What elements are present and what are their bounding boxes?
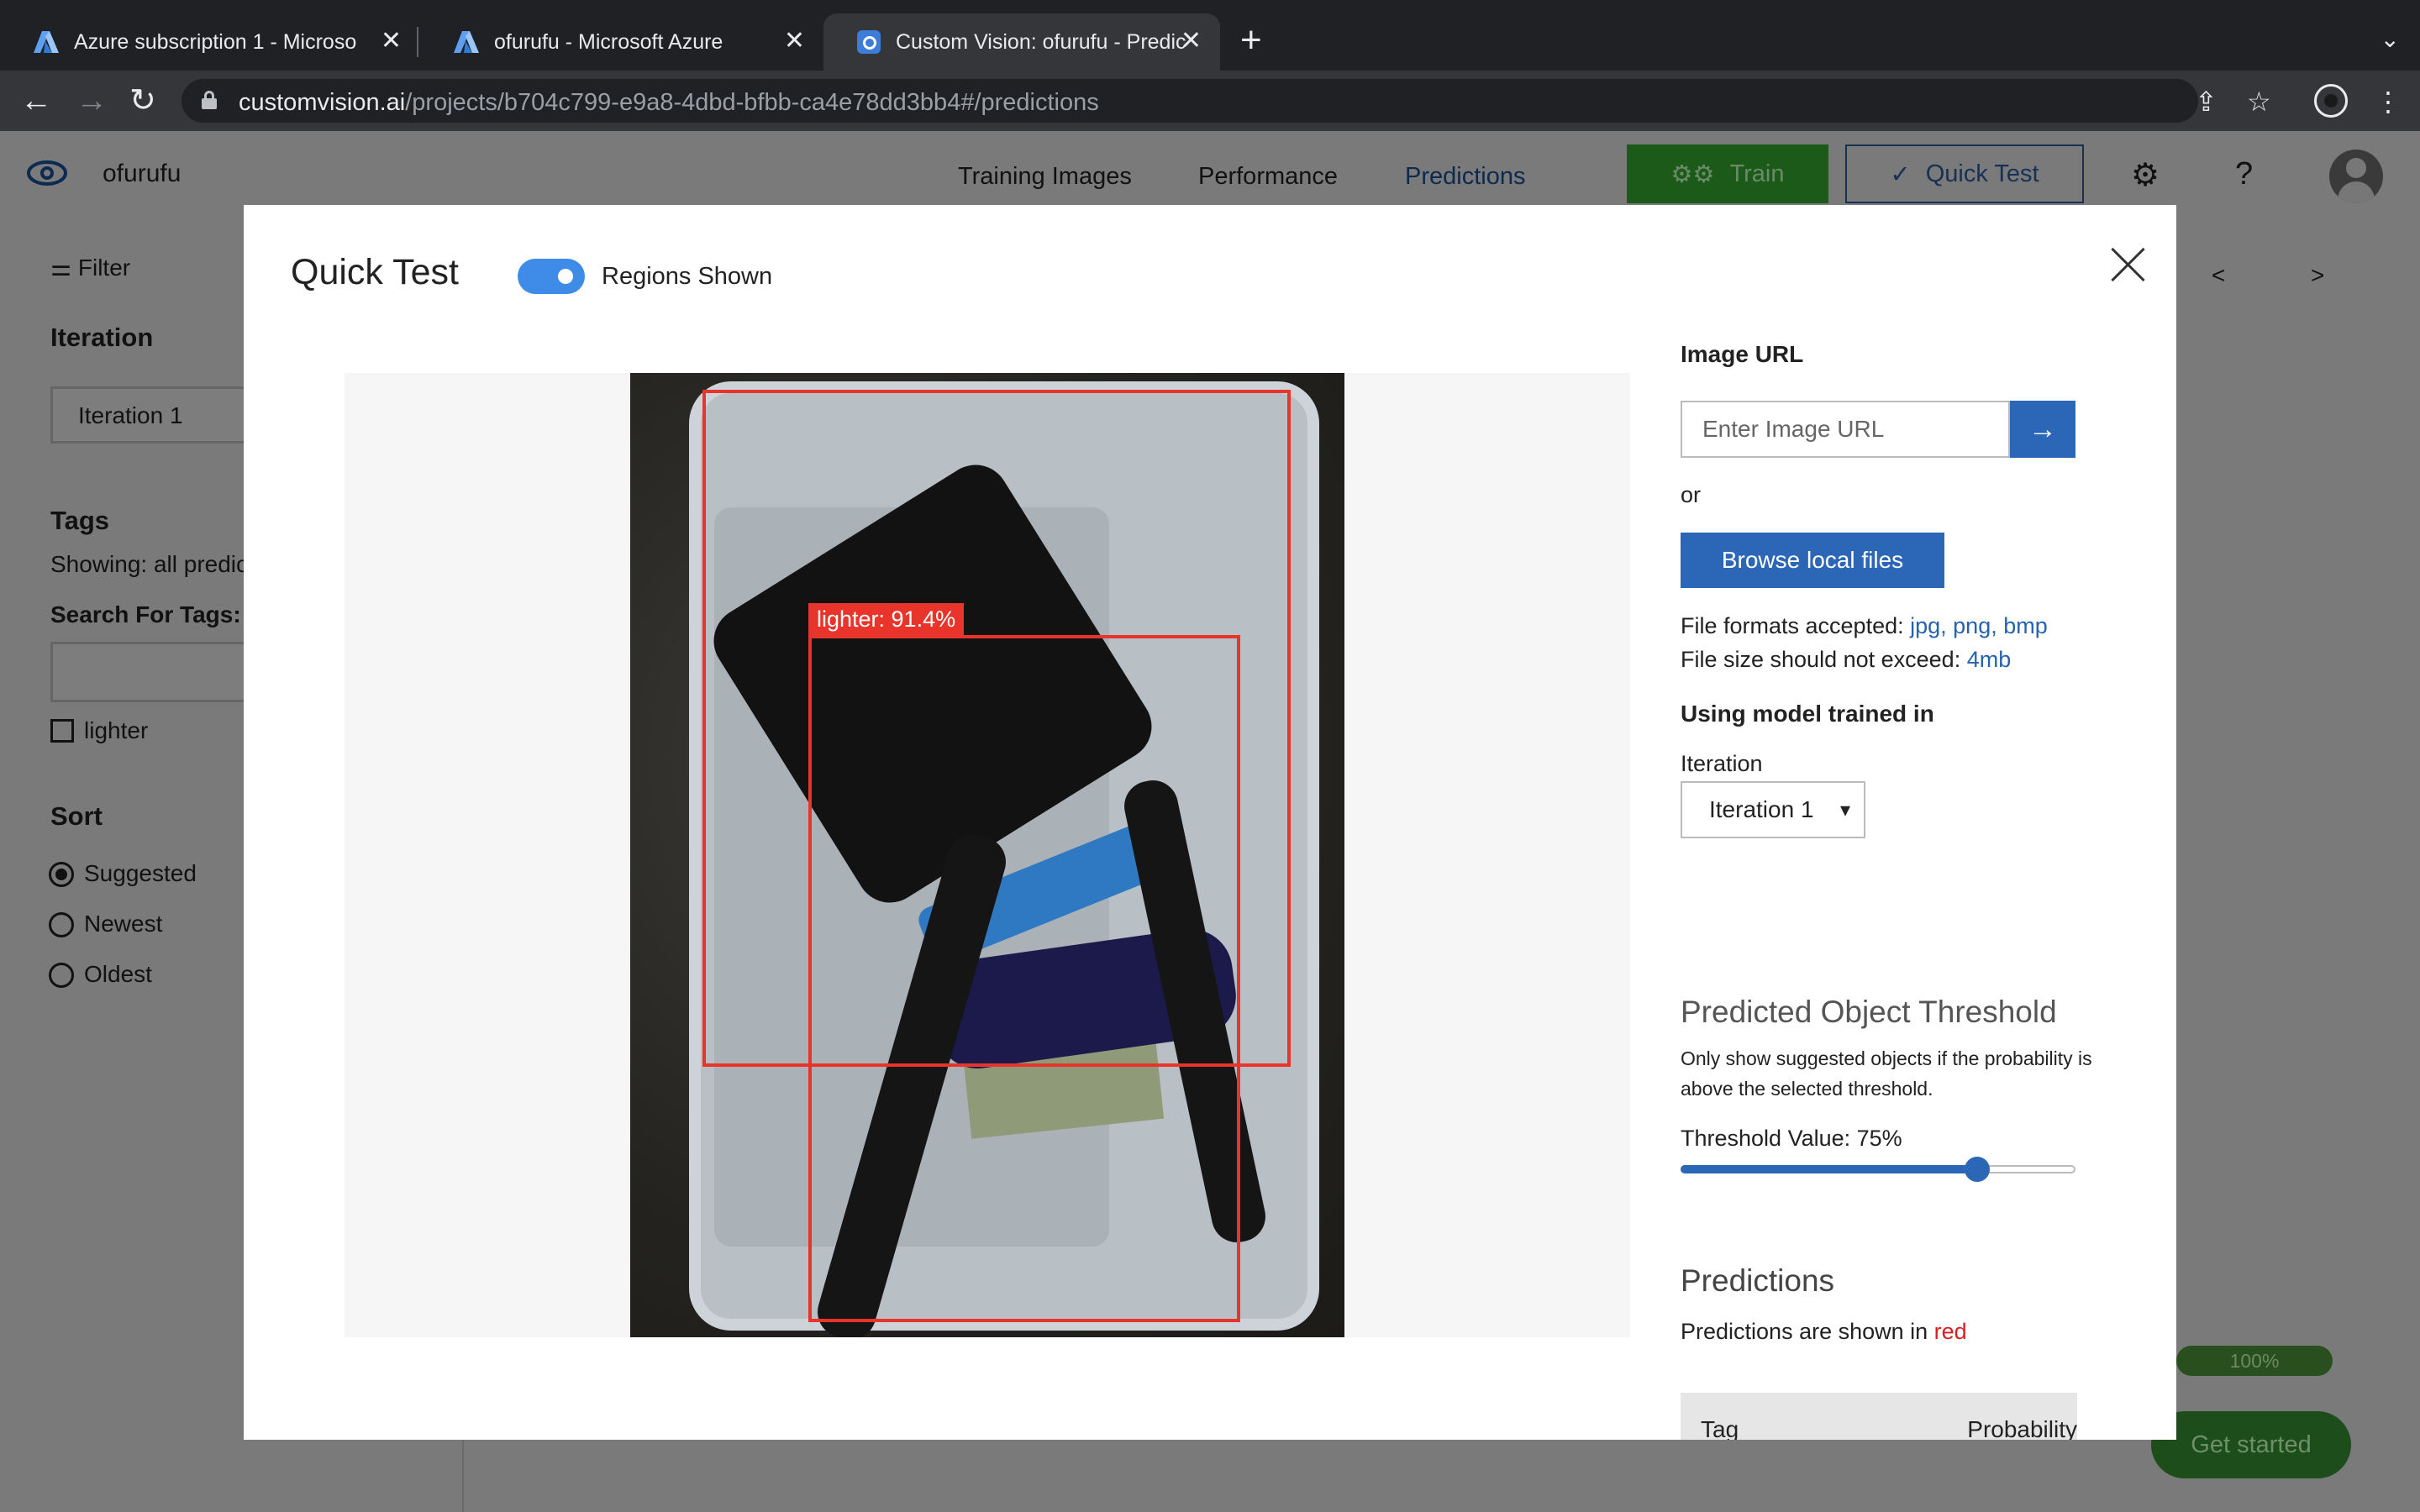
iteration-select[interactable]: Iteration 1 ▾ bbox=[1681, 781, 1865, 838]
file-formats-text: File formats accepted: jpg, png, bmp bbox=[1681, 613, 2048, 638]
new-tab-button[interactable]: + bbox=[1240, 22, 1262, 59]
quick-test-dialog: Quick Test Regions Shown lighter: 91.4% … bbox=[244, 205, 2176, 1440]
custom-vision-icon bbox=[857, 30, 881, 54]
browser-tab-strip: Azure subscription 1 - Microso ✕ ofurufu… bbox=[0, 0, 2420, 71]
avatar[interactable] bbox=[2329, 150, 2383, 203]
azure-icon bbox=[454, 31, 479, 53]
iteration-heading: Iteration bbox=[50, 323, 154, 352]
checkmark-icon: ✓ bbox=[1890, 160, 1911, 188]
arrow-right-icon: → bbox=[2028, 412, 2057, 445]
settings-gear-icon[interactable]: ⚙ bbox=[2131, 156, 2160, 194]
reload-icon[interactable]: ↻ bbox=[129, 82, 156, 119]
quick-test-label: Quick Test bbox=[1925, 160, 2039, 187]
previous-page-button[interactable]: < bbox=[2212, 262, 2225, 289]
submit-url-button[interactable]: → bbox=[2010, 401, 2075, 458]
tab-title: Custom Vision: ofurufu - Predic bbox=[896, 29, 1186, 54]
file-size-text: File size should not exceed: 4mb bbox=[1681, 647, 2012, 672]
regions-shown-toggle[interactable] bbox=[518, 259, 585, 294]
iteration-select-value: Iteration 1 bbox=[1709, 796, 1814, 822]
test-image: lighter: 91.4% bbox=[630, 373, 1344, 1337]
tab-separator bbox=[417, 27, 418, 57]
tab-title: Azure subscription 1 - Microso bbox=[74, 29, 357, 54]
image-preview-panel: lighter: 91.4% bbox=[345, 373, 1630, 1337]
browser-toolbar: ← → ↻ customvision.ai/projects/b704c799-… bbox=[0, 71, 2420, 131]
sort-heading: Sort bbox=[50, 801, 103, 831]
detection-label: lighter: 91.4% bbox=[808, 603, 965, 636]
regions-shown-label: Regions Shown bbox=[602, 263, 773, 290]
close-tab-icon[interactable]: ✕ bbox=[381, 29, 402, 54]
tab-training-images[interactable]: Training Images bbox=[958, 163, 1132, 191]
showing-text: Showing: all predic bbox=[50, 551, 249, 577]
train-label: Train bbox=[1729, 160, 1785, 187]
tab-title: ofurufu - Microsoft Azure bbox=[494, 29, 723, 54]
profile-icon[interactable] bbox=[2314, 84, 2348, 118]
threshold-heading: Predicted Object Threshold bbox=[1681, 995, 2057, 1029]
forward-arrow-icon[interactable]: → bbox=[76, 82, 108, 119]
threshold-value-label: Threshold Value: 75% bbox=[1681, 1126, 1902, 1151]
predictions-note: Predictions are shown in red bbox=[1681, 1319, 1967, 1344]
dialog-title: Quick Test bbox=[291, 252, 459, 292]
browser-tab-custom-vision[interactable]: Custom Vision: ofurufu - Predic ✕ bbox=[823, 13, 1220, 71]
image-url-heading: Image URL bbox=[1681, 341, 1804, 367]
onboarding-progress-bar: 100% bbox=[2176, 1346, 2333, 1376]
help-icon[interactable]: ? bbox=[2235, 156, 2253, 192]
address-bar[interactable]: customvision.ai/projects/b704c799-e9a8-4… bbox=[182, 79, 2198, 123]
close-tab-icon[interactable]: ✕ bbox=[1181, 29, 1202, 54]
share-icon[interactable]: ⇪ bbox=[2195, 86, 2217, 118]
predictions-heading: Predictions bbox=[1681, 1263, 1835, 1298]
or-text: or bbox=[1681, 482, 1702, 507]
slider-thumb[interactable] bbox=[1965, 1157, 1990, 1182]
back-arrow-icon[interactable]: ← bbox=[20, 82, 52, 119]
tags-heading: Tags bbox=[50, 506, 110, 535]
filter-sliders-icon: ⚌ bbox=[50, 255, 78, 281]
threshold-description: Only show suggested objects if the proba… bbox=[1681, 1047, 2092, 1100]
predictions-table-header: Tag Probability bbox=[1681, 1393, 2077, 1440]
probability-column-header: Probability bbox=[1967, 1416, 2077, 1440]
tag-label-lighter: lighter bbox=[84, 717, 149, 743]
tab-predictions[interactable]: Predictions bbox=[1405, 163, 1525, 191]
progress-label: 100% bbox=[2229, 1349, 2280, 1372]
model-heading: Using model trained in bbox=[1681, 701, 1934, 727]
close-tab-icon[interactable]: ✕ bbox=[784, 29, 805, 54]
chevron-down-icon: ▾ bbox=[1839, 799, 1850, 822]
search-tags-label: Search For Tags: bbox=[50, 601, 241, 627]
browse-local-files-button[interactable]: Browse local files bbox=[1681, 533, 1944, 588]
browser-tab-ofurufu-azure[interactable]: ofurufu - Microsoft Azure ✕ bbox=[420, 13, 823, 71]
browser-menu-icon[interactable]: ⋮ bbox=[2375, 86, 2402, 118]
tab-search-chevron-icon[interactable]: ⌄ bbox=[2381, 25, 2400, 53]
sort-label-newest: Newest bbox=[84, 911, 163, 937]
bookmark-star-icon[interactable]: ☆ bbox=[2247, 86, 2271, 118]
filter-button[interactable]: ⚌ Filter bbox=[50, 254, 130, 281]
tab-performance[interactable]: Performance bbox=[1198, 163, 1338, 191]
browser-tab-azure-subscription[interactable]: Azure subscription 1 - Microso ✕ bbox=[0, 13, 420, 71]
sort-label-oldest: Oldest bbox=[84, 961, 152, 987]
next-page-button[interactable]: > bbox=[2311, 262, 2324, 289]
image-url-input[interactable] bbox=[1681, 401, 2010, 458]
quick-test-options: Image URL → or Browse local files File f… bbox=[1681, 205, 2151, 1440]
iteration-label: Iteration bbox=[1681, 751, 1763, 776]
quick-test-button[interactable]: ✓ Quick Test bbox=[1845, 144, 2084, 203]
sort-radio-oldest[interactable] bbox=[49, 963, 74, 988]
slider-fill bbox=[1681, 1165, 1977, 1173]
url-text: customvision.ai/projects/b704c799-e9a8-4… bbox=[239, 89, 1099, 116]
project-name[interactable]: ofurufu bbox=[103, 160, 181, 188]
tag-column-header: Tag bbox=[1701, 1416, 1739, 1440]
detection-region-box bbox=[808, 635, 1240, 1322]
iteration-dropdown-value: Iteration 1 bbox=[78, 402, 183, 428]
eye-logo-icon[interactable] bbox=[25, 156, 69, 190]
threshold-slider[interactable] bbox=[1681, 1157, 2075, 1182]
tag-checkbox-lighter[interactable] bbox=[50, 719, 74, 743]
sort-radio-newest[interactable] bbox=[49, 912, 74, 937]
train-button[interactable]: ⚙⚙ Train bbox=[1627, 144, 1828, 203]
get-started-button[interactable]: Get started bbox=[2151, 1411, 2351, 1478]
azure-icon bbox=[34, 31, 59, 53]
sort-label-suggested: Suggested bbox=[84, 860, 197, 886]
gears-icon: ⚙⚙ bbox=[1670, 160, 1715, 188]
lock-icon bbox=[202, 91, 217, 109]
sort-radio-suggested[interactable] bbox=[49, 862, 74, 887]
